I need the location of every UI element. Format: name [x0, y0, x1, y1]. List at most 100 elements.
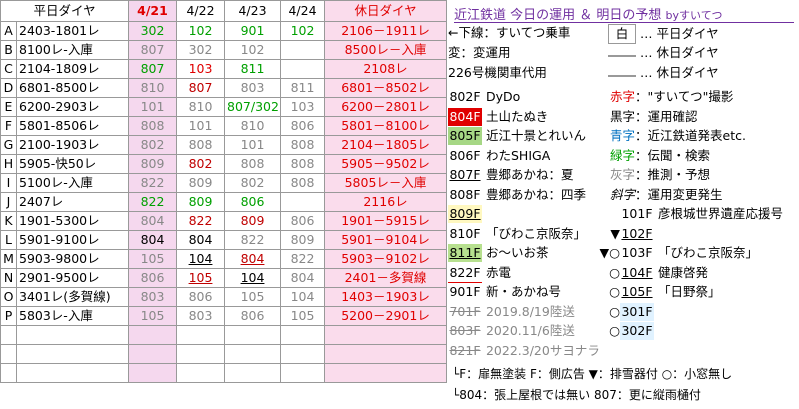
row-day-4: 806	[280, 116, 326, 136]
legend-car: 808F 豊郷あかね：四季	[448, 185, 586, 204]
row-day-1: 803	[128, 287, 178, 307]
row-day-3: 810	[224, 116, 282, 136]
colorkey-key: 斜字	[610, 186, 636, 202]
row-day-4: 808	[280, 154, 326, 174]
row-day-4: 808	[280, 173, 326, 193]
row-day-2: 105	[176, 268, 226, 288]
mark-key: 変	[448, 45, 461, 60]
row-day-1: 101	[128, 97, 178, 117]
swatch-label: … 休日ダイヤ	[639, 45, 719, 60]
row-day-1: 809	[128, 154, 178, 174]
row-day-1: 804	[128, 211, 178, 231]
row-day-1: 807	[128, 40, 178, 60]
car-number: 808F	[448, 185, 482, 204]
row-holiday: 2401－多賀線	[324, 268, 448, 288]
table-row: B 8100レ-入庫 807 302 102 8500レ－入庫	[0, 40, 448, 60]
row-day-2: 822	[176, 211, 226, 231]
row-holiday: 6200－2801レ	[324, 97, 448, 117]
header-holiday: 休日ダイヤ	[324, 0, 448, 22]
row-main: 5803レ-入庫	[15, 306, 130, 326]
row-id: M	[0, 249, 17, 269]
empty-cell	[224, 344, 282, 364]
row-day-1: 302	[128, 21, 178, 41]
row-day-4: 822	[280, 249, 326, 269]
legend-mark: 226号機関車代用	[448, 64, 547, 82]
empty-cell	[280, 363, 326, 383]
colorkey-val: ：近江鉄道発表etc.	[635, 128, 746, 143]
row-day-4	[280, 192, 326, 212]
colorkey-val: ："すいてつ"撮影	[635, 89, 734, 104]
car-name: 豊郷あかね：夏	[485, 167, 574, 182]
row-id: G	[0, 135, 17, 155]
car-name: お～いお茶	[485, 245, 549, 260]
empty-cell	[224, 325, 282, 345]
empty-cell	[15, 325, 130, 345]
row-holiday: 6801－8502レ	[324, 78, 448, 98]
row-day-1: 822	[128, 173, 178, 193]
legend-car: 809F	[448, 205, 482, 223]
row-day-3: 806	[224, 306, 282, 326]
legend-car: 803F 2020.11/6陸送	[448, 322, 575, 340]
row-main: 5100レ-入庫	[15, 173, 130, 193]
row-day-4: 804	[280, 268, 326, 288]
empty-cell	[324, 363, 448, 383]
row-day-3: 822	[224, 230, 282, 250]
row-main: 6801-8500レ	[15, 78, 130, 98]
empty-row	[0, 363, 448, 383]
row-main: 1901-5300レ	[15, 211, 130, 231]
row-day-2: 808	[176, 135, 226, 155]
table-row: C 2104-1809レ 807 103 811 2108レ	[0, 59, 448, 79]
row-day-1: 105	[128, 249, 178, 269]
table-row: H 5905-快50レ 809 802 808 808 5905－9502レ	[0, 154, 448, 174]
empty-cell	[176, 344, 226, 364]
row-day-4: 811	[280, 78, 326, 98]
car2-number: 301F	[620, 302, 654, 321]
car-name: わたSHIGA	[485, 147, 551, 163]
empty-cell	[176, 325, 226, 345]
row-day-3: 807/302	[224, 97, 282, 117]
row-holiday: 5901－9104レ	[324, 230, 448, 250]
legend-note-1: └F：扉無塗装 F：側広告 ▼：排雪器付 ○：小窓無し	[452, 367, 733, 381]
table-row: G 2100-1903レ 802 808 101 808 2104－1805レ	[0, 135, 448, 155]
colorkey-key: 赤字	[610, 89, 636, 104]
row-day-3: 811	[224, 59, 282, 79]
empty-cell	[128, 344, 178, 364]
row-main: 2403-1801レ	[15, 21, 130, 41]
row-holiday: 1403－1903レ	[324, 287, 448, 307]
empty-row	[0, 325, 448, 345]
row-day-2: 810	[176, 97, 226, 117]
legend-colorkey: 緑字：伝聞・検索	[610, 147, 710, 165]
table-row: J 2407レ 822 809 806 2116レ	[0, 192, 448, 212]
legend-car2: ○104F 健康啓発	[594, 263, 708, 282]
header-weekday: 平日ダイヤ	[0, 0, 130, 22]
row-day-2: 802	[176, 154, 226, 174]
empty-cell	[280, 344, 326, 364]
swatch-label: … 平日ダイヤ	[639, 26, 719, 41]
row-holiday: 5805レ－入庫	[324, 173, 448, 193]
header-date-1: 4/21	[128, 0, 178, 22]
car2-name: 「日野祭」	[657, 284, 721, 299]
empty-cell	[324, 344, 448, 364]
row-day-3: 803	[224, 78, 282, 98]
row-day-3: 101	[224, 135, 282, 155]
car2-number: 302F	[620, 322, 654, 340]
row-main: 2901-9500レ	[15, 268, 130, 288]
title-by: byすいてつ	[665, 9, 723, 22]
legend-swatch: 白 … 平日ダイヤ	[608, 24, 719, 44]
legend-car2: ○301F	[594, 302, 654, 321]
row-day-2: 809	[176, 192, 226, 212]
row-day-3: 804	[224, 249, 282, 269]
row-id: B	[0, 40, 17, 60]
table-row: N 2901-9500レ 806 105 104 804 2401－多賀線	[0, 268, 448, 288]
row-id: I	[0, 173, 17, 193]
colorkey-val: ：推測・予想	[635, 167, 711, 182]
car2-pre: ▼	[610, 225, 620, 241]
row-day-4: 104	[280, 287, 326, 307]
row-day-3: 102	[224, 40, 282, 60]
car-name: 新・あかね号	[485, 284, 561, 299]
mark-val: ：すいてつ乗車	[483, 25, 571, 40]
row-day-1: 822	[128, 192, 178, 212]
row-id: K	[0, 211, 17, 231]
row-id: O	[0, 287, 17, 307]
row-main: 3401レ(多賀線)	[15, 287, 130, 307]
